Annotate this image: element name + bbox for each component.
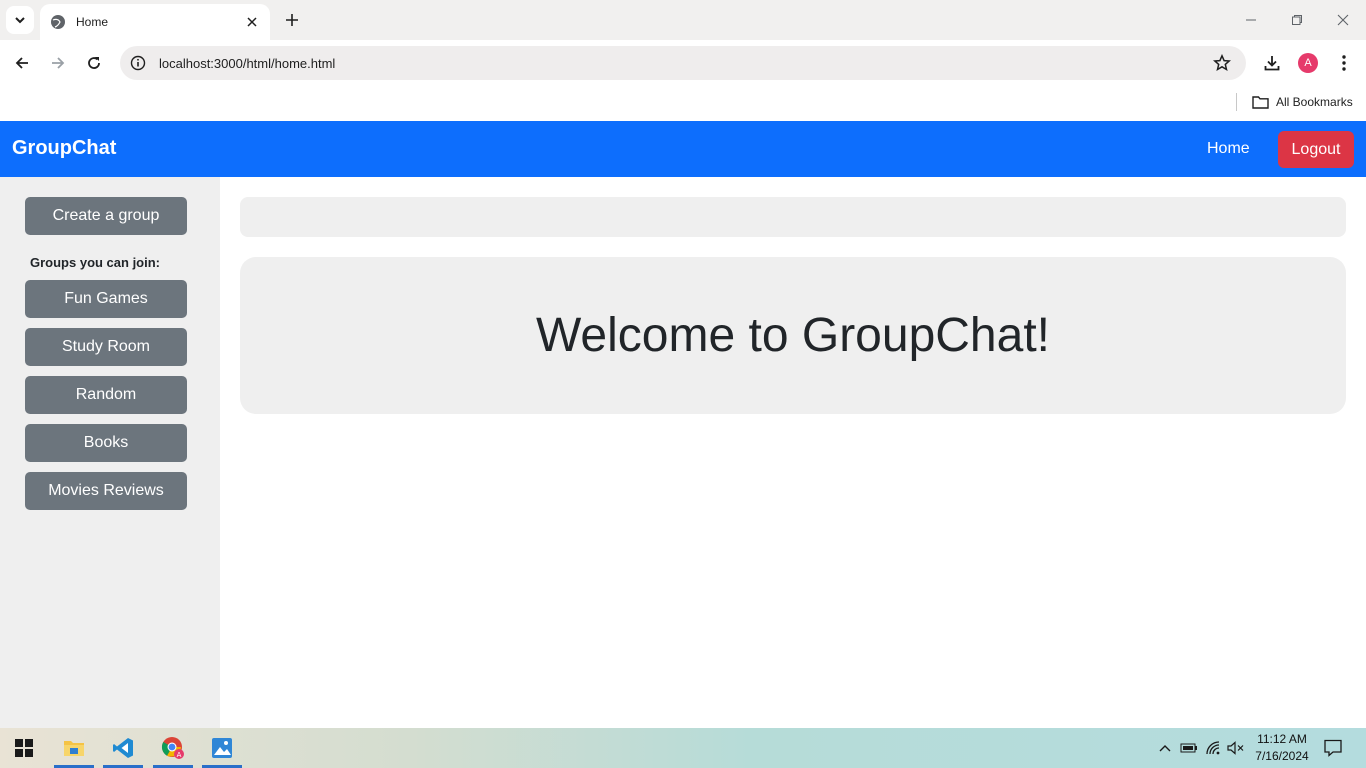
browser-menu-button[interactable] — [1330, 49, 1358, 77]
bookmarks-bar: All Bookmarks — [0, 86, 1366, 121]
url-text[interactable]: localhost:3000/html/home.html — [159, 56, 1208, 71]
tab-search-button[interactable] — [6, 6, 34, 34]
welcome-panel: Welcome to GroupChat! — [240, 257, 1346, 414]
logout-button[interactable]: Logout — [1278, 131, 1354, 168]
notification-center-button[interactable] — [1323, 738, 1343, 758]
minimize-button[interactable] — [1239, 8, 1263, 32]
arrow-left-icon — [15, 57, 28, 69]
reload-button[interactable] — [80, 49, 108, 77]
taskbar-photos[interactable] — [202, 728, 242, 768]
photos-icon — [212, 738, 232, 758]
group-button-study-room[interactable]: Study Room — [25, 328, 187, 366]
close-window-button[interactable] — [1331, 8, 1355, 32]
message-bar — [240, 197, 1346, 237]
star-icon — [1213, 54, 1231, 72]
tray-battery[interactable] — [1179, 738, 1199, 758]
main-content: Welcome to GroupChat! — [220, 177, 1366, 728]
chrome-icon: A — [161, 737, 184, 759]
notification-icon — [1324, 739, 1342, 757]
svg-text:A: A — [177, 751, 182, 759]
volume-muted-icon — [1227, 741, 1244, 755]
bookmark-star-button[interactable] — [1208, 49, 1236, 77]
clock-time: 11:12 AM — [1257, 732, 1307, 746]
tab-close-button[interactable] — [244, 14, 260, 30]
vscode-icon — [113, 738, 133, 758]
browser-toolbar: localhost:3000/html/home.html A — [0, 40, 1366, 86]
navbar: GroupChat Home Logout — [0, 121, 1366, 177]
avatar: A — [1298, 53, 1318, 73]
chevron-up-icon — [1159, 745, 1171, 752]
downloads-button[interactable] — [1258, 49, 1286, 77]
folder-icon — [64, 741, 84, 756]
taskbar-file-explorer[interactable] — [54, 728, 94, 768]
tray-overflow-button[interactable] — [1155, 738, 1175, 758]
site-info-icon[interactable] — [130, 55, 146, 71]
chevron-down-icon — [15, 17, 25, 24]
windows-icon — [15, 739, 33, 757]
browser-tab-home[interactable]: Home — [40, 4, 270, 40]
forward-button[interactable] — [44, 49, 72, 77]
groups-heading: Groups you can join: — [30, 255, 161, 270]
plus-icon — [286, 14, 298, 26]
reload-icon — [88, 57, 100, 69]
bookmarks-divider — [1236, 93, 1237, 111]
back-button[interactable] — [8, 49, 36, 77]
group-button-fun-games[interactable]: Fun Games — [25, 280, 187, 318]
profile-button[interactable]: A — [1294, 49, 1322, 77]
taskbar: A 11:12 AM 7/16/2024 — [0, 728, 1366, 768]
taskbar-chrome[interactable]: A — [153, 728, 193, 768]
wifi-icon — [1206, 741, 1220, 755]
address-bar[interactable]: localhost:3000/html/home.html — [120, 46, 1246, 80]
globe-icon — [51, 15, 65, 29]
taskbar-vscode[interactable] — [103, 728, 143, 768]
close-icon — [1337, 14, 1349, 26]
create-group-button[interactable]: Create a group — [25, 197, 187, 235]
welcome-heading: Welcome to GroupChat! — [535, 309, 1050, 362]
group-button-books[interactable]: Books — [25, 424, 187, 462]
tray-volume[interactable] — [1226, 738, 1246, 758]
new-tab-button[interactable] — [280, 8, 304, 32]
start-button[interactable] — [4, 728, 44, 768]
nav-home-link[interactable]: Home — [1207, 140, 1250, 158]
minimize-icon — [1246, 19, 1256, 21]
clock-date: 7/16/2024 — [1255, 749, 1309, 763]
browser-tabstrip: Home — [0, 0, 1366, 40]
battery-icon — [1180, 743, 1197, 753]
tab-title: Home — [76, 15, 109, 29]
restore-icon — [1292, 15, 1302, 25]
sidebar: Create a group Groups you can join: Fun … — [0, 177, 220, 728]
group-button-movies-reviews[interactable]: Movies Reviews — [25, 472, 187, 510]
all-bookmarks-button[interactable]: All Bookmarks — [1252, 91, 1353, 113]
close-icon — [247, 17, 257, 27]
taskbar-clock[interactable]: 11:12 AM 7/16/2024 — [1254, 731, 1310, 765]
group-button-random[interactable]: Random — [25, 376, 187, 414]
all-bookmarks-label: All Bookmarks — [1276, 95, 1353, 109]
restore-button[interactable] — [1285, 8, 1309, 32]
folder-icon — [1252, 96, 1269, 109]
more-vertical-icon — [1342, 55, 1346, 71]
tray-network[interactable] — [1204, 738, 1224, 758]
arrow-right-icon — [52, 57, 65, 69]
brand-logo[interactable]: GroupChat — [12, 137, 116, 160]
download-icon — [1264, 56, 1280, 71]
